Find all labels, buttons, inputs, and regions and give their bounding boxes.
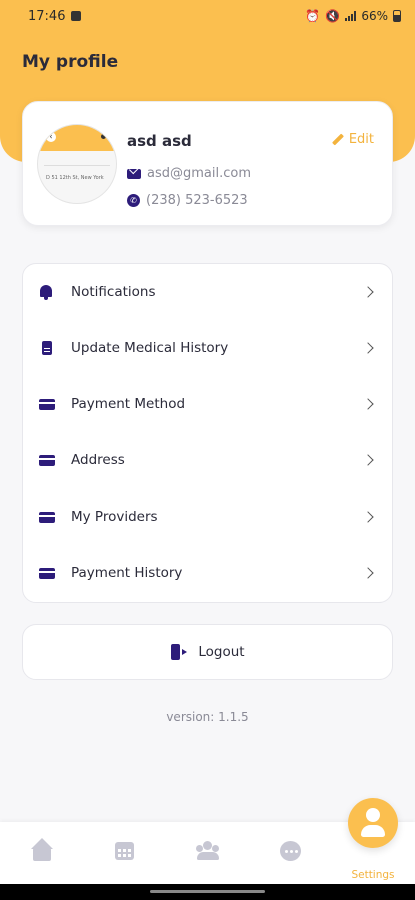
edit-label: Edit <box>348 132 374 147</box>
edit-profile-button[interactable]: Edit <box>332 132 374 147</box>
menu-item-label: Payment Method <box>71 396 186 412</box>
menu-item-notifications[interactable]: Notifications <box>23 264 392 320</box>
menu-item-address[interactable]: Address <box>23 432 392 488</box>
settings-tab-label: Settings <box>351 869 395 881</box>
signal-icon <box>345 11 357 21</box>
phone-icon: ✆ <box>127 194 140 207</box>
card-icon <box>39 452 55 468</box>
menu-item-label: Notifications <box>71 284 156 300</box>
phone-row: ✆ (238) 523-6523 <box>127 193 248 208</box>
menu-item-payment-history[interactable]: Payment History <box>23 545 392 601</box>
chevron-right-icon <box>362 567 374 579</box>
chevron-right-icon <box>362 398 374 410</box>
battery-icon <box>393 10 401 22</box>
back-arrow-icon: ‹ <box>46 132 56 142</box>
notification-icon <box>71 11 82 21</box>
card-icon <box>39 509 55 525</box>
chevron-right-icon <box>362 511 374 523</box>
menu-item-my-providers[interactable]: My Providers <box>23 489 392 545</box>
avatar-caption: D 51 12th St, New York <box>46 175 104 181</box>
settings-tab-button[interactable] <box>348 798 398 848</box>
card-icon <box>39 565 55 581</box>
menu-item-payment-method[interactable]: Payment Method <box>23 376 392 432</box>
menu-card: Notifications Update Medical History Pay… <box>22 263 393 603</box>
alarm-icon: ⏰ <box>305 9 321 23</box>
pencil-icon <box>332 134 344 146</box>
mute-icon: 🔇 <box>325 9 341 23</box>
menu-item-update-medical-history[interactable]: Update Medical History <box>23 320 392 376</box>
profile-card: ‹ D 51 12th St, New York asd asd asd@gma… <box>22 101 393 226</box>
profile-name: asd asd <box>127 132 192 150</box>
bell-icon <box>39 284 53 300</box>
avatar[interactable]: ‹ D 51 12th St, New York <box>37 124 117 204</box>
system-nav-bar <box>0 884 415 900</box>
calendar-icon[interactable] <box>112 838 138 864</box>
email-text: asd@gmail.com <box>147 166 251 181</box>
users-icon[interactable] <box>195 838 221 864</box>
menu-item-label: Payment History <box>71 565 183 581</box>
page-title: My profile <box>22 52 119 72</box>
logout-button[interactable]: Logout <box>22 624 393 680</box>
logout-label: Logout <box>198 644 245 660</box>
status-time: 17:46 <box>28 8 66 24</box>
menu-item-label: My Providers <box>71 509 158 525</box>
battery-percent: 66% <box>361 9 388 23</box>
chevron-right-icon <box>362 286 374 298</box>
logout-icon <box>170 643 188 661</box>
home-icon[interactable] <box>30 838 56 864</box>
card-icon <box>39 396 55 412</box>
home-indicator[interactable] <box>150 890 265 893</box>
phone-text: (238) 523-6523 <box>146 193 248 208</box>
menu-item-label: Address <box>71 452 125 468</box>
document-icon <box>39 340 55 356</box>
email-row: asd@gmail.com <box>127 166 251 181</box>
mail-icon <box>127 168 141 179</box>
version-text: version: 1.1.5 <box>166 710 249 724</box>
chat-icon[interactable] <box>278 838 304 864</box>
status-bar: 17:46 ⏰ 🔇 66% <box>0 0 415 32</box>
chevron-right-icon <box>362 454 374 466</box>
menu-item-label: Update Medical History <box>71 340 229 356</box>
chevron-right-icon <box>362 342 374 354</box>
